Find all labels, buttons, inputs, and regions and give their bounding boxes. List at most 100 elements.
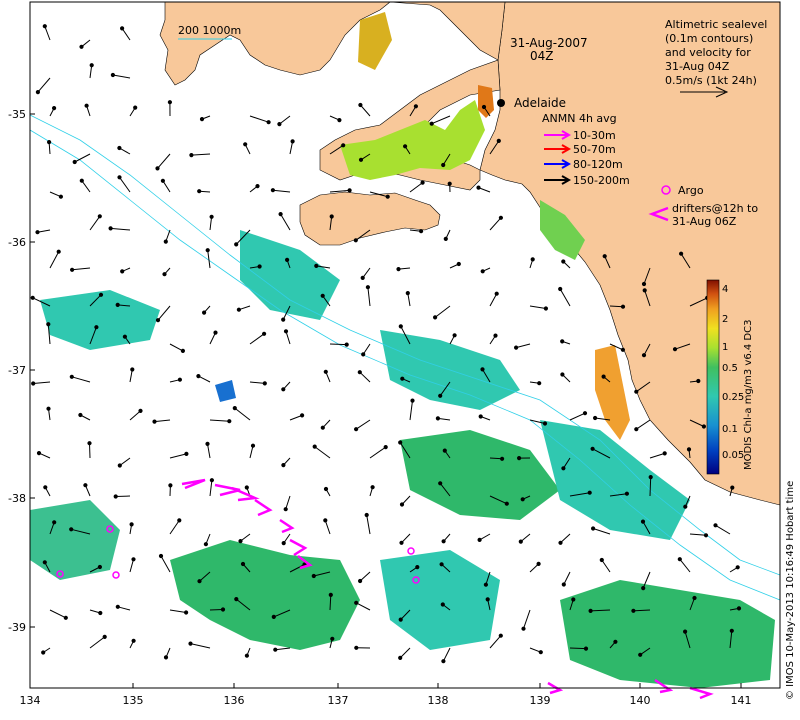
velocity-arrowhead: [94, 325, 99, 330]
altimetry-note-line: and velocity for: [665, 46, 751, 59]
velocity-arrowhead: [205, 441, 210, 446]
velocity-arrowhead: [69, 374, 74, 379]
colorbar-tick: 2: [722, 314, 728, 325]
velocity-arrowhead: [648, 475, 653, 480]
velocity-arrowhead: [199, 117, 205, 122]
velocity-arrowhead: [441, 659, 446, 664]
colorbar-title: MODIS Chl-a mg/m3 v6.4 DC3: [743, 320, 754, 470]
velocity-arrowhead: [197, 189, 202, 194]
velocity-arrowhead: [72, 159, 77, 165]
velocity-arrowhead: [244, 653, 249, 658]
anmn-legend-label: 150-200m: [573, 174, 630, 187]
velocity-arrowhead: [383, 445, 388, 450]
velocity-arrowhead: [52, 106, 57, 111]
velocity-arrowhead: [46, 322, 51, 327]
velocity-arrowhead: [530, 257, 535, 262]
velocity-arrowhead: [443, 236, 448, 241]
velocity-arrowhead: [300, 413, 305, 418]
altimetry-note-line: (0.1m contours): [665, 32, 753, 45]
velocity-arrowhead: [679, 251, 684, 256]
velocity-arrowhead: [560, 339, 565, 344]
velocity-arrowhead: [624, 491, 630, 496]
city-label: Adelaide: [514, 96, 566, 110]
velocity-arrowhead: [234, 242, 239, 247]
anmn-legend-label: 80-120m: [573, 158, 623, 171]
velocity-arrowhead: [634, 427, 639, 432]
velocity-arrowhead: [323, 486, 329, 492]
velocity-arrowhead: [47, 140, 52, 145]
velocity-arrowhead: [89, 63, 94, 68]
velocity-arrowhead: [311, 573, 316, 579]
velocity-arrowhead: [281, 541, 286, 546]
velocity-arrowhead: [587, 490, 592, 495]
velocity-arrowhead: [538, 650, 543, 655]
velocity-arrowhead: [36, 451, 42, 456]
velocity-arrowhead: [79, 44, 84, 49]
velocity-arrowhead: [400, 376, 405, 381]
velocity-arrowhead: [447, 181, 452, 186]
velocity-arrowhead: [108, 226, 113, 231]
velocity-arrowhead: [631, 608, 636, 613]
velocity-arrowhead: [281, 463, 286, 468]
velocity-arrowhead: [480, 269, 485, 274]
velocity-arrowhead: [197, 579, 202, 584]
velocity-arrow: [649, 477, 652, 497]
colorbar-tick: 0.5: [722, 363, 738, 374]
velocity-arrowhead: [358, 102, 363, 108]
velocity-arrowhead: [167, 100, 172, 105]
velocity-arrowhead: [364, 512, 369, 518]
velocity-arrowhead: [283, 507, 288, 512]
velocity-arrowhead: [729, 628, 734, 633]
velocity-arrowhead: [399, 540, 404, 545]
colorbar-tick: 0.05: [722, 450, 744, 461]
drifter-legend-label: 31-Aug 06Z: [672, 215, 737, 228]
velocity-arrowhead: [209, 478, 214, 483]
velocity-arrowhead: [168, 483, 173, 488]
velocity-arrowhead: [184, 610, 189, 615]
velocity-arrowhead: [52, 520, 57, 525]
y-tick-label: -39: [8, 621, 26, 634]
velocity-arrowhead: [441, 539, 446, 544]
velocity-arrowhead: [42, 560, 47, 565]
y-tick-label: -35: [8, 108, 26, 121]
velocity-arrowhead: [396, 267, 401, 272]
velocity-arrowhead: [243, 142, 248, 147]
velocity-arrowhead: [385, 194, 390, 199]
velocity-arrowhead: [283, 329, 289, 334]
velocity-arrowhead: [162, 272, 167, 277]
velocity-arrowhead: [370, 485, 375, 490]
velocity-arrowhead: [433, 315, 438, 320]
map-canvas: 200 1000m 31-Aug-2007 04Z Adelaide Altim…: [8, 1, 796, 707]
velocity-arrowhead: [599, 557, 604, 563]
velocity-arrowhead: [641, 353, 647, 358]
velocity-arrowhead: [590, 446, 595, 451]
velocity-arrowhead: [736, 606, 742, 611]
velocity-arrowhead: [358, 578, 363, 584]
velocity-arrowhead: [117, 175, 122, 180]
scale-bar-label: 200 1000m: [178, 24, 241, 37]
velocity-arrowhead: [213, 330, 218, 335]
velocity-arrowhead: [97, 214, 102, 219]
velocity-arrowhead: [271, 614, 276, 620]
velocity-arrowhead: [561, 259, 566, 264]
map-date: 31-Aug-2007: [510, 36, 588, 50]
velocity-arrowhead: [329, 214, 334, 219]
velocity-arrowhead: [320, 293, 325, 298]
velocity-arrowhead: [312, 444, 317, 449]
velocity-arrowhead: [344, 342, 349, 347]
velocity-arrow: [569, 647, 587, 650]
velocity-arrowhead: [642, 288, 647, 293]
velocity-arrowhead: [399, 502, 405, 507]
velocity-arrowhead: [677, 557, 682, 562]
velocity-arrowhead: [130, 367, 135, 372]
velocity-arrowhead: [238, 539, 243, 544]
colorbar-tick: 1: [722, 342, 728, 353]
drifter-legend-label: drifters@12h to: [672, 202, 758, 215]
velocity-arrowhead: [398, 324, 403, 329]
x-tick-label: 135: [123, 694, 144, 707]
velocity-arrowhead: [536, 561, 541, 567]
velocity-arrowhead: [517, 456, 522, 461]
velocity-arrowhead: [41, 650, 46, 655]
velocity-arrowhead: [69, 527, 74, 532]
velocity-arrowhead: [209, 214, 214, 219]
